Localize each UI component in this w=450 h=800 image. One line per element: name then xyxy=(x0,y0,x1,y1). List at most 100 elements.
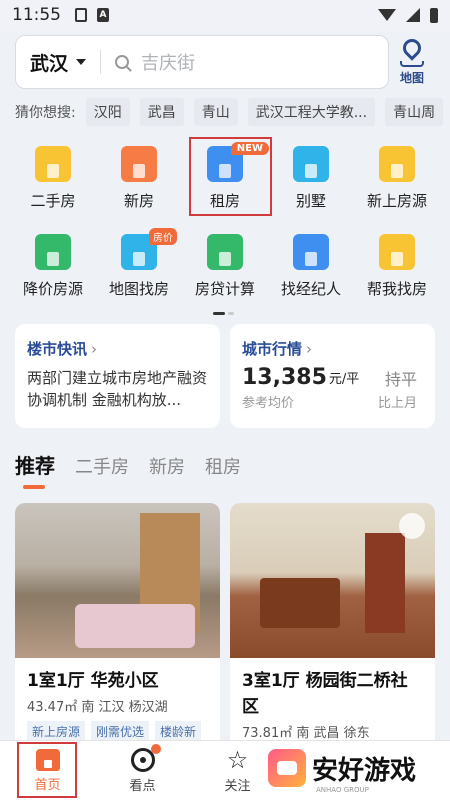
grid-label: 别墅 xyxy=(295,192,326,210)
nav-label: 看点 xyxy=(129,778,156,794)
watermark-sub: ANHAO GROUP xyxy=(316,786,369,794)
guess-chip[interactable]: 青山周 xyxy=(385,98,444,126)
home-highlight-box xyxy=(17,742,77,798)
price-trend: 持平 xyxy=(384,370,417,389)
average-price: 13,385 xyxy=(242,365,327,390)
watermark-text: 安好游戏 xyxy=(312,755,417,786)
mortgage-calc-icon xyxy=(207,234,243,270)
grid-item-new-listing[interactable]: 新上房源 xyxy=(355,140,439,228)
tab-new-house[interactable]: 新房 xyxy=(149,453,185,479)
app-notification-icon: A xyxy=(97,8,109,22)
map-button[interactable]: 地图 xyxy=(389,34,435,86)
market-card-title-text: 城市行情 xyxy=(242,340,303,358)
grid-label: 房贷计算 xyxy=(194,280,255,298)
watermark-logo: 安好游戏 ANHAO GROUP xyxy=(268,744,448,794)
grid-label: 降价房源 xyxy=(22,280,83,298)
guess-chip[interactable]: 武昌 xyxy=(139,98,184,126)
listing-title: 1室1厅 华苑小区 xyxy=(27,671,159,691)
trend-caption: 比上月 xyxy=(377,396,417,411)
new-house-icon xyxy=(121,146,157,182)
listing-card[interactable]: 3室1厅 杨园街二桥社区 73.81㎡ 南 武昌 徐东 xyxy=(230,503,435,763)
map-pin-icon xyxy=(399,34,425,67)
chevron-right-icon: › xyxy=(306,339,313,358)
rent-highlight-box xyxy=(189,137,272,216)
villa-icon xyxy=(293,146,329,182)
search-input[interactable]: 吉庆街 xyxy=(141,49,195,75)
grid-pager xyxy=(213,312,237,315)
news-card-text: 两部门建立城市房地产融资协调机制 金融机构放... xyxy=(27,369,208,409)
grid-item-villa[interactable]: 别墅 xyxy=(269,140,353,228)
news-card-title-text: 楼市快讯 xyxy=(27,340,88,358)
price-badge: 房价 xyxy=(149,228,177,245)
pager-active xyxy=(213,312,225,315)
status-time: 11:55 xyxy=(12,5,61,25)
grid-label: 新房 xyxy=(123,192,154,210)
listing-card[interactable]: 1室1厅 华苑小区 43.47㎡ 南 江汉 杨汉湖 新上房源 刚需优选 楼龄新 xyxy=(15,503,220,763)
battery-icon xyxy=(430,7,438,23)
tab-second-hand[interactable]: 二手房 xyxy=(75,453,129,479)
grid-item-map-search[interactable]: 房价 地图找房 xyxy=(97,228,181,316)
market-card[interactable]: 城市行情 › 13,385 元/平 持平 参考均价 比上月 xyxy=(230,324,435,428)
nav-label: 关注 xyxy=(224,778,251,794)
grid-label: 新上房源 xyxy=(366,192,427,210)
sim-card-icon xyxy=(75,8,87,22)
price-drop-icon xyxy=(35,234,71,270)
listing-photo xyxy=(230,503,435,658)
listing-feed: 1室1厅 华苑小区 43.47㎡ 南 江汉 杨汉湖 新上房源 刚需优选 楼龄新 … xyxy=(15,503,435,763)
market-card-title: 城市行情 › xyxy=(242,338,423,359)
listing-tag: 楼龄新 xyxy=(155,721,202,742)
grid-label: 二手房 xyxy=(30,192,76,210)
agent-icon xyxy=(293,234,329,270)
search-row: 武汉 吉庆街 地图 xyxy=(15,34,435,90)
wifi-icon xyxy=(378,9,396,21)
map-label: 地图 xyxy=(399,70,424,85)
tab-rent[interactable]: 租房 xyxy=(205,453,241,479)
feed-tabs: 推荐 二手房 新房 租房 xyxy=(15,450,241,489)
new-listing-icon xyxy=(379,146,415,182)
signal-icon xyxy=(406,8,420,22)
tab-recommend[interactable]: 推荐 xyxy=(15,450,55,489)
caret-down-icon[interactable] xyxy=(76,59,87,65)
city-selector[interactable]: 武汉 xyxy=(30,49,68,76)
guess-chip[interactable]: 武汉工程大学教... xyxy=(247,98,376,126)
grid-item-mortgage[interactable]: 房贷计算 xyxy=(183,228,267,316)
grid-item-price-drop[interactable]: 降价房源 xyxy=(11,228,95,316)
grid-item-help-find[interactable]: 帮我找房 xyxy=(355,228,439,316)
grid-label: 找经纪人 xyxy=(280,280,341,298)
grid-item-new-house[interactable]: 新房 xyxy=(97,140,181,228)
second-hand-house-icon xyxy=(35,146,71,182)
divider xyxy=(100,50,102,74)
listing-meta: 43.47㎡ 南 江汉 杨汉湖 xyxy=(27,700,168,715)
news-card[interactable]: 楼市快讯 › 两部门建立城市房地产融资协调机制 金融机构放... xyxy=(15,324,220,428)
listing-tag: 新上房源 xyxy=(27,721,86,742)
guess-row: 猜你想搜: 汉阳 武昌 青山 武汉工程大学教... 青山周 xyxy=(15,98,450,126)
grid-item-agent[interactable]: 找经纪人 xyxy=(269,228,353,316)
listing-title: 3室1厅 杨园街二桥社区 xyxy=(242,671,408,717)
price-row: 13,385 元/平 持平 xyxy=(242,365,423,390)
pager-inactive xyxy=(228,312,234,315)
price-caption-row: 参考均价 比上月 xyxy=(242,392,423,411)
listing-photo xyxy=(15,503,220,658)
news-card-title: 楼市快讯 › xyxy=(27,338,208,359)
info-cards: 楼市快讯 › 两部门建立城市房地产融资协调机制 金融机构放... 城市行情 › … xyxy=(15,324,435,428)
function-grid-row: 降价房源 房价 地图找房 房贷计算 找经纪人 帮我找房 xyxy=(0,228,450,316)
grid-label: 帮我找房 xyxy=(366,280,427,298)
help-find-icon xyxy=(379,234,415,270)
guess-chip[interactable]: 汉阳 xyxy=(85,98,130,126)
listing-tag: 刚需优选 xyxy=(91,721,150,742)
search-icon xyxy=(115,55,130,69)
guess-label: 猜你想搜: xyxy=(15,105,76,121)
status-bar: 11:55 A xyxy=(0,0,450,30)
guess-chip[interactable]: 青山 xyxy=(193,98,238,126)
chevron-right-icon: › xyxy=(91,339,98,358)
notification-dot xyxy=(151,743,161,754)
gamepad-logo-icon xyxy=(268,749,306,787)
price-unit: 元/平 xyxy=(328,372,360,387)
search-box[interactable]: 武汉 吉庆街 xyxy=(15,35,389,89)
vr-view-icon[interactable] xyxy=(399,513,425,539)
grid-label: 地图找房 xyxy=(108,280,169,298)
star-icon: ☆ xyxy=(226,745,249,774)
price-caption: 参考均价 xyxy=(242,396,295,411)
nav-highlights[interactable]: 看点 xyxy=(95,743,190,794)
grid-item-second-hand[interactable]: 二手房 xyxy=(11,140,95,228)
